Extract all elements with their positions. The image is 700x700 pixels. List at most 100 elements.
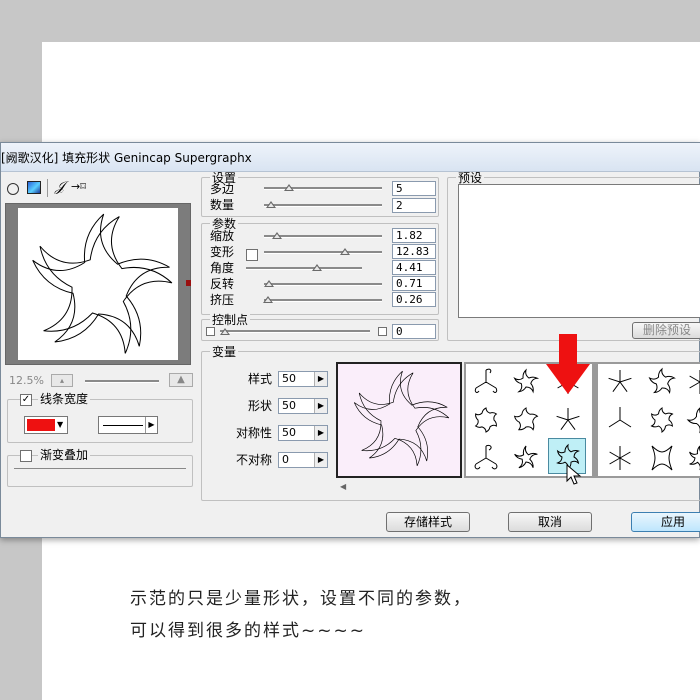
zoom-percentage: 12.5% xyxy=(9,374,44,387)
line-style-select[interactable]: ▶ xyxy=(98,416,158,434)
save-style-button[interactable]: 存储样式 xyxy=(386,512,470,532)
squeeze-input[interactable]: 0.26 xyxy=(392,292,436,307)
control-point-group: 控制点 0 xyxy=(201,314,439,341)
variation-star-outline xyxy=(514,445,538,469)
variation-star-outline xyxy=(513,407,539,431)
variation-star-outline xyxy=(689,445,700,470)
reverse-slider-thumb[interactable] xyxy=(264,280,274,287)
shape-spinner[interactable]: 50 ▶ xyxy=(278,398,328,414)
control-point-checkbox[interactable] xyxy=(206,327,215,336)
chevron-right-icon[interactable]: ▶ xyxy=(314,453,327,467)
polygon-input[interactable]: 5 xyxy=(392,181,436,196)
gradient-checkbox[interactable] xyxy=(20,450,32,462)
variation-star-outline xyxy=(686,407,700,434)
gradient-bar[interactable] xyxy=(14,468,186,469)
style-spinner[interactable]: 50 ▶ xyxy=(278,371,328,387)
variation-spokes xyxy=(556,408,580,430)
reverse-label: 反转 xyxy=(210,277,235,291)
star-shape-preview xyxy=(32,213,173,354)
fill-shape-dialog: [阙歌汉化] 填充形状 Genincap Supergraphx 𝒥 →⌑ 12… xyxy=(0,142,700,538)
shape-value: 50 xyxy=(282,399,296,412)
symmetry-spinner[interactable]: 50 ▶ xyxy=(278,425,328,441)
chevron-right-icon[interactable]: ▶ xyxy=(314,372,327,386)
circle-tool-icon[interactable] xyxy=(7,183,19,195)
scale-slider-thumb[interactable] xyxy=(272,232,282,239)
preset-list[interactable] xyxy=(458,184,700,318)
count-label: 数量 xyxy=(210,198,235,212)
control-point-input[interactable]: 0 xyxy=(392,324,436,339)
preset-group: 预设 删除预设 xyxy=(447,172,700,341)
scale-label: 缩放 xyxy=(210,229,235,243)
variation-group: 变量 样式 50 ▶ 形状 50 ▶ 对称性 50 ▶ 不对称 0 ▶ ◀ xyxy=(201,334,700,501)
deform-slider[interactable] xyxy=(264,251,382,254)
shape-label: 形状 xyxy=(248,399,273,413)
image-tool-icon[interactable] xyxy=(27,181,41,194)
control-point-slider[interactable] xyxy=(220,330,370,333)
variation-spokes xyxy=(689,370,700,394)
polygon-label: 多边 xyxy=(210,182,235,196)
squeeze-label: 挤压 xyxy=(210,293,235,307)
polygon-slider-thumb[interactable] xyxy=(284,184,294,191)
scale-input[interactable]: 1.82 xyxy=(392,228,436,243)
line-style-sample xyxy=(103,425,143,426)
control-point-legend: 控制点 xyxy=(210,313,251,327)
left-toolbar: 𝒥 →⌑ xyxy=(5,179,193,201)
dialog-title: [阙歌汉化] 填充形状 Genincap Supergraphx xyxy=(1,151,252,165)
variation-star-outline xyxy=(650,407,674,433)
node-tool-icon[interactable]: →⌑ xyxy=(71,180,86,194)
count-slider[interactable] xyxy=(264,204,382,207)
scroll-marker xyxy=(186,280,191,286)
zoom-slider[interactable] xyxy=(85,380,159,383)
deform-slider-thumb[interactable] xyxy=(340,248,350,255)
chevron-right-icon[interactable]: ▶ xyxy=(314,426,327,440)
title-bar: [阙歌汉化] 填充形状 Genincap Supergraphx xyxy=(1,143,700,172)
variation-star-outline xyxy=(474,407,498,433)
caption-line-1: 示范的只是少量形状，设置不同的参数， xyxy=(130,589,472,609)
variation-legend: 变量 xyxy=(210,345,239,359)
caption-line-2: 可以得到很多的样式~~~~ xyxy=(130,621,366,641)
angle-input[interactable]: 4.41 xyxy=(392,260,436,275)
current-variation-shape xyxy=(353,370,450,466)
stroke-width-label: 线条宽度 xyxy=(38,392,91,406)
chevron-down-icon: ▼ xyxy=(57,420,64,429)
symmetry-value: 50 xyxy=(282,426,296,439)
style-value: 50 xyxy=(282,372,296,385)
path-tool-icon[interactable]: 𝒥 xyxy=(55,179,65,195)
variation-spokes xyxy=(608,370,632,392)
zoom-out-icon[interactable]: ▴ xyxy=(51,374,73,387)
stroke-checkbox[interactable]: ✓ xyxy=(20,394,32,406)
control-point-slider-thumb[interactable] xyxy=(220,328,230,335)
scroll-left-icon[interactable]: ◀ xyxy=(340,482,346,491)
stroke-color-picker[interactable]: ▼ xyxy=(24,416,68,434)
shape-preview xyxy=(18,208,178,360)
red-down-arrow-icon xyxy=(546,334,590,394)
reverse-input[interactable]: 0.71 xyxy=(392,276,436,291)
delete-preset-button[interactable]: 删除预设 xyxy=(632,322,700,339)
current-variation-preview xyxy=(336,362,462,478)
settings-group: 设置 多边 5 数量 2 xyxy=(201,172,439,217)
polygon-slider[interactable] xyxy=(264,187,382,190)
chevron-right-icon[interactable]: ▶ xyxy=(314,399,327,413)
cancel-button[interactable]: 取消 xyxy=(508,512,592,532)
zoom-in-icon[interactable]: ▲ xyxy=(169,373,193,387)
squeeze-slider-thumb[interactable] xyxy=(263,296,273,303)
reverse-slider[interactable] xyxy=(264,283,382,286)
angle-slider[interactable] xyxy=(246,267,362,270)
squeeze-slider[interactable] xyxy=(264,299,382,302)
control-point-checkbox-2[interactable] xyxy=(378,327,387,336)
count-slider-thumb[interactable] xyxy=(266,201,276,208)
symmetry-label: 对称性 xyxy=(236,426,273,440)
angle-slider-thumb[interactable] xyxy=(312,264,322,271)
count-input[interactable]: 2 xyxy=(392,198,436,213)
stroke-color-swatch xyxy=(27,419,55,431)
style-label: 样式 xyxy=(248,372,273,386)
stroke-group: ✓ 线条宽度 ▼ ▶ xyxy=(7,393,193,443)
star-outline xyxy=(358,372,450,466)
deform-label: 变形 xyxy=(210,245,235,259)
apply-button[interactable]: 应用 xyxy=(631,512,700,532)
deform-input[interactable]: 12.83 xyxy=(392,244,436,259)
asymmetry-spinner[interactable]: 0 ▶ xyxy=(278,452,328,468)
deform-checkbox[interactable] xyxy=(246,249,258,261)
toolbar-divider xyxy=(47,179,48,197)
variation-star-outline xyxy=(648,367,676,395)
